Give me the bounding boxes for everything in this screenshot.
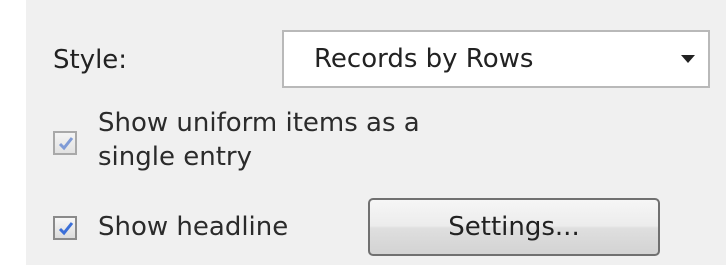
uniform-items-label-line1: Show uniform items as a xyxy=(98,108,420,138)
show-headline-label[interactable]: Show headline xyxy=(98,210,288,244)
style-label: Style: xyxy=(53,45,128,75)
checkmark-icon xyxy=(58,222,74,236)
uniform-items-checkbox[interactable] xyxy=(53,131,77,155)
style-dropdown[interactable]: Records by Rows xyxy=(282,30,710,88)
uniform-items-label-line2: single entry xyxy=(98,142,252,172)
show-headline-checkbox[interactable] xyxy=(53,216,77,240)
checkmark-icon xyxy=(58,137,74,151)
uniform-items-label[interactable]: Show uniform items as a single entry xyxy=(98,106,420,174)
chevron-down-icon[interactable] xyxy=(668,32,708,86)
style-dropdown-value: Records by Rows xyxy=(314,44,534,74)
settings-button[interactable]: Settings... xyxy=(368,198,660,256)
